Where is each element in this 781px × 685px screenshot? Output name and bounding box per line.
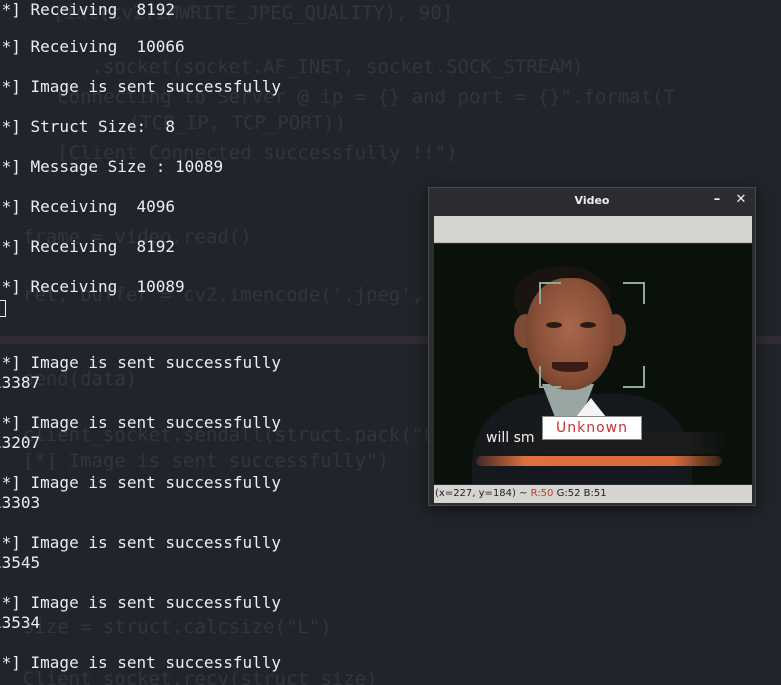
status-red-value: R:50 (530, 488, 554, 499)
terminal-line: [*] Struct Size: 8 (0, 117, 176, 136)
terminal-line: [*] Image is sent successfully (0, 413, 281, 432)
terminal-line: [*] Receiving 4096 (0, 197, 176, 216)
minimize-button[interactable]: – (709, 192, 725, 208)
terminal-line: [*] Message Size : 10089 (0, 157, 224, 176)
terminal-line: [*] Receiving 10089 (0, 277, 185, 296)
status-green-value: G:52 (553, 488, 581, 499)
status-blue-value: B:51 (580, 488, 607, 499)
terminal-line: 13534 (0, 613, 41, 632)
face-label: Unknown (542, 416, 642, 440)
terminal-line: 13545 (0, 553, 41, 572)
window-titlebar[interactable]: Video – ✕ (429, 188, 755, 215)
lower-third-text: will sm (486, 430, 535, 446)
status-bar: (x=227, y=184) ~ R:50 G:52 B:51 (434, 485, 752, 503)
face-detection-box (539, 282, 645, 388)
terminal-line: [*] Image is sent successfully (0, 353, 281, 372)
terminal-line: 13303 (0, 493, 41, 512)
terminal-line: [*] Image is sent successfully (0, 77, 281, 96)
desktop: [int(cv2.IMWRITE_JPEG_QUALITY), 90] .soc… (0, 0, 781, 685)
terminal-cursor (0, 300, 6, 317)
video-frame[interactable]: will sm Unknown (434, 244, 752, 484)
face-box-corner (623, 366, 645, 388)
close-button[interactable]: ✕ (733, 192, 749, 208)
face-box-corner (539, 366, 561, 388)
face-box-corner (623, 282, 645, 304)
terminal-line: 13207 (0, 433, 41, 452)
terminal-line: [*] Image is sent successfully (0, 473, 281, 492)
terminal-line: [*] Image is sent successfully (0, 653, 281, 672)
lower-third-accent (476, 456, 722, 466)
face-box-corner (539, 282, 561, 304)
terminal-line: [*] Receiving 8192 (0, 237, 176, 256)
window-title: Video (574, 194, 610, 207)
video-window[interactable]: Video – ✕ will sm Unknown (x=227, y=184)… (428, 187, 756, 506)
terminal-line: 13387 (0, 373, 41, 392)
terminal-line: [*] Image is sent successfully (0, 533, 281, 552)
terminal-line: [*] Image is sent successfully (0, 593, 281, 612)
terminal-line: [*] Receiving 10066 (0, 37, 185, 56)
terminal-line: [*] Receiving 8192 (0, 0, 176, 19)
window-toolbar (434, 216, 752, 243)
status-coordinates: (x=227, y=184) ~ (435, 488, 531, 499)
